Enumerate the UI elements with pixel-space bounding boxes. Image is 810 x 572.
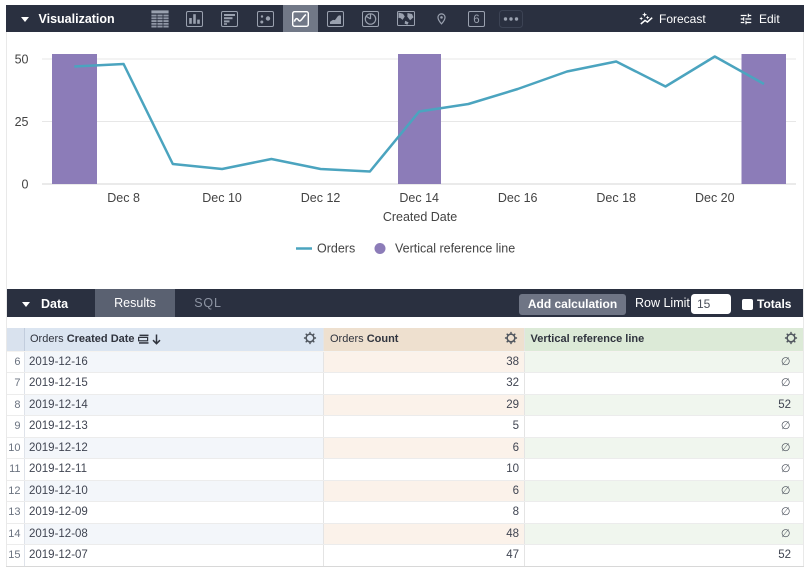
svg-text:Dec 8: Dec 8 [107, 191, 140, 205]
svg-text:Created Date: Created Date [383, 210, 457, 224]
svg-text:Vertical reference line: Vertical reference line [395, 242, 515, 256]
svg-text:Dec 12: Dec 12 [301, 191, 341, 205]
svg-text:Dec 10: Dec 10 [202, 191, 242, 205]
svg-text:Orders: Orders [317, 242, 355, 256]
svg-text:6: 6 [473, 14, 479, 26]
svg-text:25: 25 [15, 115, 29, 129]
svg-text:Dec 14: Dec 14 [399, 191, 439, 205]
svg-text:Dec 20: Dec 20 [695, 191, 735, 205]
svg-text:50: 50 [15, 53, 29, 67]
svg-text:0: 0 [22, 178, 29, 192]
svg-text:Dec 16: Dec 16 [498, 191, 538, 205]
svg-text:Dec 18: Dec 18 [596, 191, 636, 205]
